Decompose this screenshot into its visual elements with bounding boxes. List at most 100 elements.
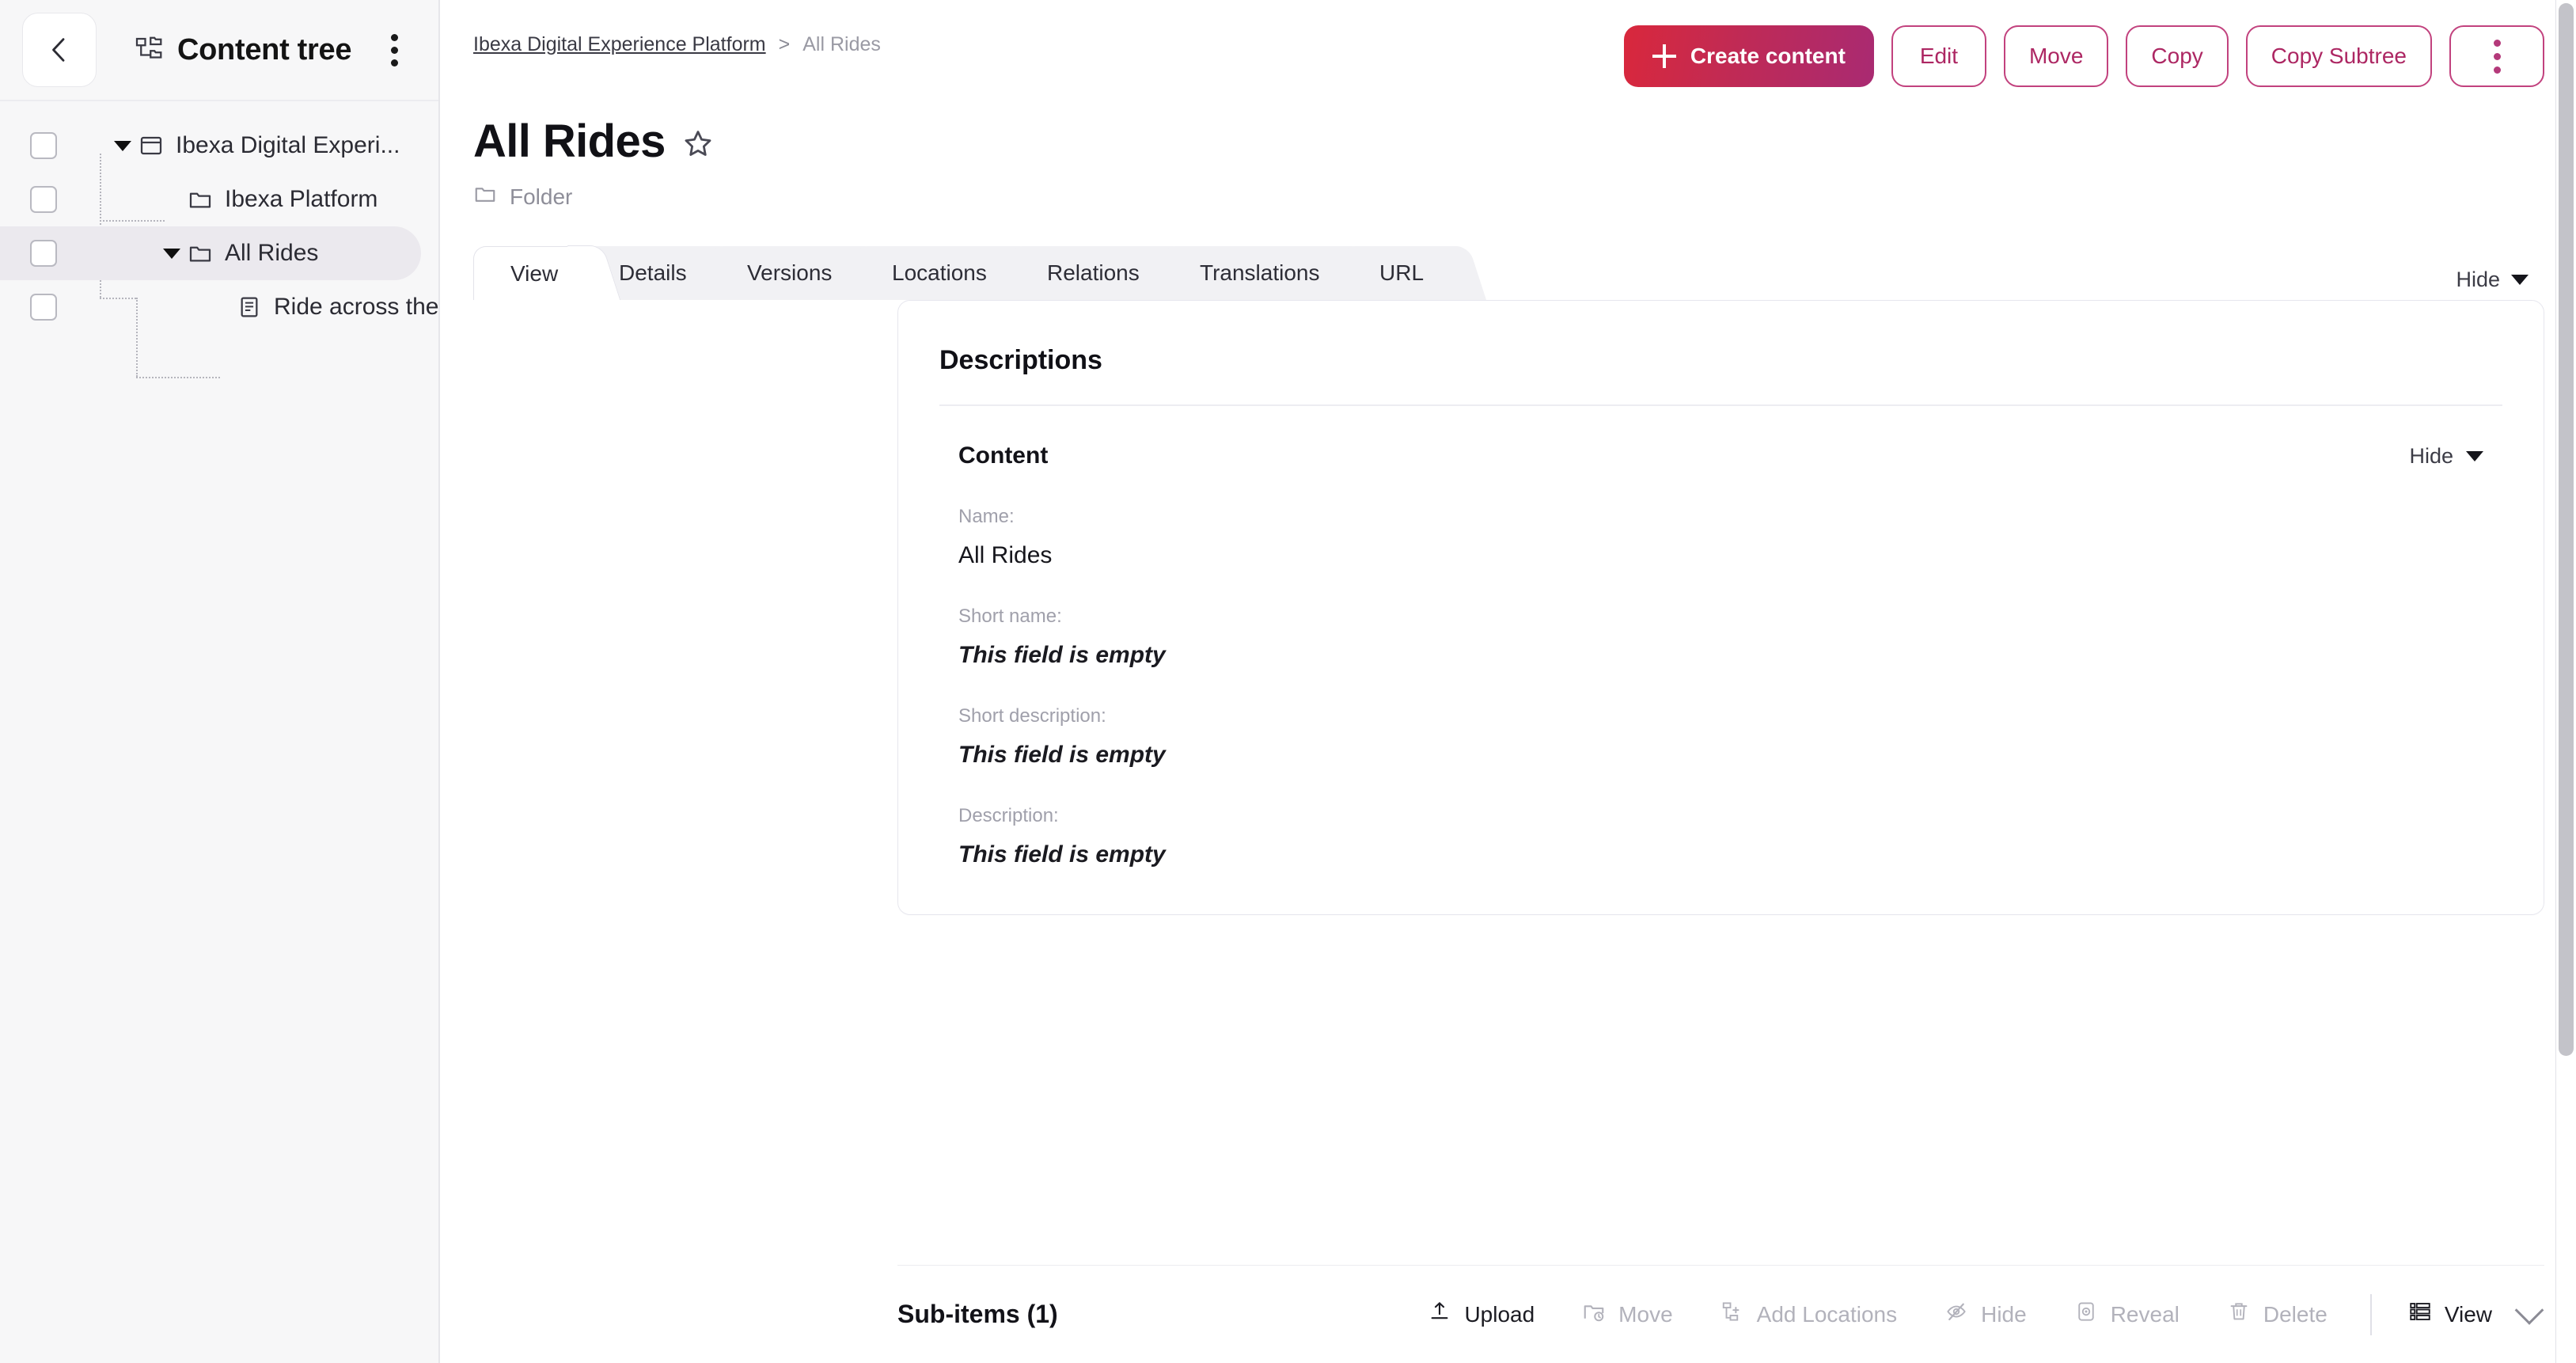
field-value: This field is empty [958,742,1166,768]
tab-label: Versions [746,260,833,285]
delete-subitem-label: Delete [2263,1301,2328,1327]
folder-icon [473,182,497,211]
tree-item-label[interactable]: Ride across the... [274,294,458,321]
document-icon [234,292,264,322]
tab-label: Details [619,260,687,285]
descriptions-card: Descriptions Content Hide Name: All Ride… [897,300,2544,915]
tree-item-label[interactable]: All Rides [225,240,318,267]
tabs-hide-toggle[interactable]: Hide [2456,268,2529,292]
field-label: Short name: [958,606,1062,627]
tabs-bar: View Details Versions Locations Relation… [440,246,2576,300]
sidebar-title: Content tree [177,32,352,66]
content-section-title: Content [958,442,1049,469]
sidebar-kebab-menu-icon[interactable] [378,26,410,74]
breadcrumb-root-link[interactable]: Ibexa Digital Experience Platform [473,33,766,56]
tree-item-ride-across-the[interactable]: Ride across the... [0,280,458,334]
tree-expand-caret-icon[interactable] [158,240,185,267]
field-description: Description: This field is empty [939,805,2502,868]
field-label: Short description: [958,705,1106,727]
plus-icon [1652,44,1676,68]
kebab-menu-icon [2493,66,2501,74]
page-title: All Rides [473,116,666,167]
sub-items-bar: Sub-items (1) Upload Move Add Locations … [897,1265,2544,1363]
tab-versions[interactable]: Versions [710,246,869,300]
breadcrumb-separator: > [778,33,791,55]
tab-label: Relations [1047,260,1140,285]
tree-item-ibexa-digital-experience[interactable]: Ibexa Digital Experi... [0,119,421,173]
tab-label: URL [1379,260,1425,285]
add-locations-label: Add Locations [1756,1301,1898,1327]
content-section-header: Content Hide [939,406,2502,469]
tabs-hide-label: Hide [2456,268,2500,291]
copy-subtree-button[interactable]: Copy Subtree [2245,25,2432,87]
view-mode-button[interactable]: View [2384,1300,2492,1329]
tree-item-all-rides[interactable]: All Rides [0,226,421,280]
tree-item-checkbox[interactable] [30,186,57,213]
reveal-eye-icon [2074,1300,2098,1329]
upload-button[interactable]: Upload [1404,1300,1558,1329]
hide-subitem-label: Hide [1981,1301,2027,1327]
tab-locations[interactable]: Locations [856,246,1024,300]
field-value: All Rides [958,542,1053,568]
move-subitem-button[interactable]: Move [1558,1300,1696,1329]
eye-slash-icon [1944,1300,1968,1329]
tab-label: Locations [892,260,988,285]
list-view-icon [2408,1300,2432,1329]
vertical-scrollbar[interactable] [2555,0,2576,1363]
edit-button[interactable]: Edit [1891,25,1986,87]
sidebar-header: Content tree [0,0,438,101]
move-button[interactable]: Move [2003,25,2109,87]
chevron-down-icon[interactable] [2514,1295,2544,1325]
tree-item-ibexa-platform[interactable]: Ibexa Platform [0,173,421,226]
tree-connector-horizontal [136,377,220,378]
copy-button[interactable]: Copy [2126,25,2229,87]
reveal-subitem-label: Reveal [2110,1301,2180,1327]
star-outline-icon[interactable] [681,123,715,161]
tab-view[interactable]: View [473,246,596,300]
sub-items-title: Sub-items (1) [897,1300,1058,1328]
hide-subitem-button[interactable]: Hide [1921,1300,2051,1329]
tree-expand-caret-icon[interactable] [109,132,136,159]
chevron-left-icon [44,34,75,66]
tab-relations[interactable]: Relations [1011,246,1176,300]
scrollbar-thumb[interactable] [2559,3,2574,1056]
tree-item-label[interactable]: Ibexa Digital Experi... [176,132,400,159]
field-name: Name: All Rides [939,506,2502,569]
collapse-sidebar-button[interactable] [22,13,97,87]
field-value: This field is empty [958,841,1166,868]
tabs-list: View Details Versions Locations Relation… [473,246,2576,300]
breadcrumb-current: All Rides [802,33,881,55]
create-content-button[interactable]: Create content [1623,25,1874,87]
content-tree-icon [135,34,163,66]
field-label: Name: [958,506,1015,527]
tree-item-checkbox[interactable] [30,240,57,267]
field-label: Description: [958,805,1059,826]
field-short-name: Short name: This field is empty [939,606,2502,669]
tab-url[interactable]: URL [1343,246,1461,300]
folder-icon [185,184,215,215]
content-section-hide-label: Hide [2409,443,2453,468]
add-locations-button[interactable]: Add Locations [1697,1300,1921,1329]
tree-item-checkbox[interactable] [30,132,57,159]
card-title: Descriptions [939,301,2502,406]
chevron-down-icon [2466,450,2483,461]
content-tree-sidebar: Content tree Ibexa Digital Experi... Ibe… [0,0,458,1363]
tree-item-checkbox[interactable] [30,294,57,321]
top-bar-actions: Create content Edit Move Copy Copy Subtr… [1623,25,2544,87]
field-value: This field is empty [958,642,1166,668]
move-folder-icon [1582,1300,1606,1329]
tree-item-label[interactable]: Ibexa Platform [225,186,377,213]
upload-label: Upload [1464,1301,1535,1327]
tab-translations[interactable]: Translations [1163,246,1356,300]
content-type-row: Folder [473,182,2576,211]
more-actions-button[interactable] [2449,25,2544,87]
delete-subitem-button[interactable]: Delete [2203,1300,2351,1329]
tab-label: View [510,260,559,286]
content-section-hide-toggle[interactable]: Hide [2409,444,2483,469]
edit-label: Edit [1919,44,1959,68]
breadcrumb: Ibexa Digital Experience Platform > All … [473,33,881,56]
reveal-subitem-button[interactable]: Reveal [2051,1300,2203,1329]
toolbar-divider [2369,1293,2372,1335]
main-area: Ibexa Digital Experience Platform > All … [440,0,2576,1363]
sub-items-actions: Upload Move Add Locations Hide Reveal De… [1404,1293,2544,1335]
